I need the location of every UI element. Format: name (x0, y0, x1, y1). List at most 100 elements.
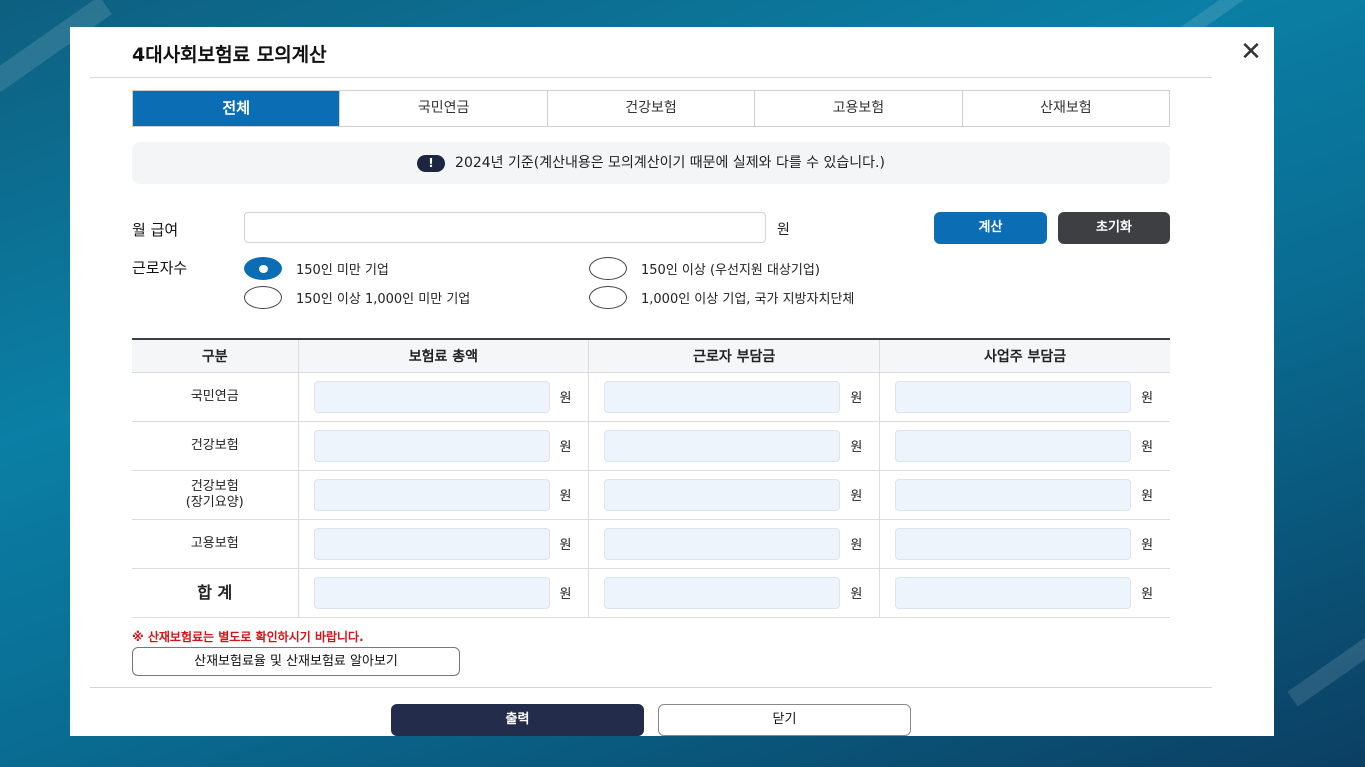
workers-label: 근로자수 (132, 259, 188, 277)
salary-label: 월 급여 (132, 221, 179, 239)
cell-wrap: 원 (299, 429, 589, 462)
total-input[interactable] (313, 576, 550, 609)
unit-label: 원 (850, 391, 863, 406)
cell-wrap: 원 (589, 527, 879, 560)
unit-label: 원 (559, 489, 572, 504)
modal-header: 4대사회보험료 모의계산 ✕ (90, 27, 1262, 78)
worker-option-under-150[interactable]: 150인 미만 기업 (244, 257, 389, 280)
insurance-tabs: 전체 국민연금 건강보험 고용보험 산재보험 (132, 90, 1170, 127)
unit-label: 원 (559, 587, 572, 602)
total-input[interactable] (313, 527, 550, 560)
salary-input[interactable] (244, 212, 766, 243)
employee-cell: 원 (588, 519, 880, 569)
employer-cell: 원 (879, 470, 1170, 520)
row-sublabel-text: (장기요양) (185, 494, 244, 510)
row-label: 건강보험 (장기요양) (132, 470, 298, 520)
cell-wrap: 원 (589, 380, 879, 413)
notice-banner: ! 2024년 기준(계산내용은 모의계산이기 때문에 실제와 다를 수 있습니다… (132, 142, 1170, 184)
row-label-text: 건강보험 (190, 437, 239, 453)
employee-input[interactable] (604, 576, 841, 609)
radio-label: 150인 이상 1,000인 미만 기업 (296, 292, 471, 307)
header-total: 보험료 총액 (297, 339, 589, 373)
unit-label: 원 (559, 440, 572, 455)
insurance-calculator-modal: 4대사회보험료 모의계산 ✕ 전체 국민연금 건강보험 고용보험 산재보험 ! 2… (70, 27, 1274, 736)
row-label: 합 계 (132, 568, 298, 618)
total-input[interactable] (313, 478, 550, 511)
unit-label: 원 (850, 538, 863, 553)
warning-text: ※ 산재보험료는 별도로 확인하시기 바랍니다. (132, 630, 364, 644)
unit-label: 원 (1141, 587, 1154, 602)
tab-industrial-accident[interactable]: 산재보험 (961, 91, 1169, 126)
reset-button[interactable]: 초기화 (1058, 212, 1170, 244)
cell-wrap: 원 (299, 478, 589, 511)
unit-label: 원 (850, 587, 863, 602)
radio-label: 1,000인 이상 기업, 국가 지방자치단체 (641, 292, 855, 307)
employer-cell: 원 (879, 568, 1170, 618)
total-input[interactable] (313, 429, 550, 462)
unit-label: 원 (1141, 489, 1154, 504)
unit-label: 원 (559, 391, 572, 406)
tab-all[interactable]: 전체 (133, 91, 340, 126)
row-label-text: 고용보험 (190, 535, 239, 551)
table-row: 건강보험 (장기요양) 원 원 원 (132, 470, 1170, 520)
salary-unit: 원 (777, 222, 790, 238)
employee-cell: 원 (588, 421, 880, 471)
total-cell: 원 (297, 470, 589, 520)
employer-cell: 원 (879, 421, 1170, 471)
employee-input[interactable] (604, 478, 841, 511)
radio-unchecked-icon[interactable] (244, 286, 282, 309)
cell-wrap: 원 (880, 576, 1170, 609)
radio-unchecked-icon[interactable] (589, 286, 627, 309)
employee-cell: 원 (588, 568, 880, 618)
radio-checked-icon[interactable] (244, 257, 282, 280)
tab-health-insurance[interactable]: 건강보험 (546, 91, 754, 126)
print-button[interactable]: 출력 (391, 704, 644, 736)
worker-option-priority-support[interactable]: 150인 이상 (우선지원 대상기업) (589, 257, 820, 280)
employee-input[interactable] (604, 527, 841, 560)
employer-cell: 원 (879, 519, 1170, 569)
worker-option-over-1000[interactable]: 1,000인 이상 기업, 국가 지방자치단체 (589, 286, 854, 309)
header-employee: 근로자 부담금 (588, 339, 880, 373)
employee-input[interactable] (604, 380, 841, 413)
employer-cell: 원 (879, 372, 1170, 422)
total-cell: 원 (297, 519, 589, 569)
unit-label: 원 (1141, 391, 1154, 406)
employer-input[interactable] (895, 576, 1132, 609)
close-icon[interactable]: ✕ (1238, 39, 1264, 65)
row-label: 건강보험 (132, 421, 298, 471)
calc-button[interactable]: 계산 (934, 212, 1047, 244)
footer-divider (90, 687, 1212, 688)
employee-input[interactable] (604, 429, 841, 462)
radio-label: 150인 미만 기업 (296, 263, 389, 278)
table-row: 건강보험 원 원 원 (132, 421, 1170, 471)
close-button[interactable]: 닫기 (658, 704, 911, 736)
row-label: 고용보험 (132, 519, 298, 569)
tab-national-pension[interactable]: 국민연금 (339, 91, 546, 126)
employer-input[interactable] (895, 380, 1132, 413)
worker-option-150-to-1000[interactable]: 150인 이상 1,000인 미만 기업 (244, 286, 470, 309)
radio-unchecked-icon[interactable] (589, 257, 627, 280)
exclamation-icon: ! (417, 154, 446, 172)
employer-input[interactable] (895, 527, 1132, 560)
total-cell: 원 (297, 372, 589, 422)
tab-employment-insurance[interactable]: 고용보험 (754, 91, 961, 126)
cell-wrap: 원 (880, 380, 1170, 413)
employer-input[interactable] (895, 478, 1132, 511)
total-input[interactable] (313, 380, 550, 413)
table-row-total: 합 계 원 원 원 (132, 568, 1170, 618)
header-category: 구분 (132, 339, 298, 373)
unit-label: 원 (850, 489, 863, 504)
row-label: 국민연금 (132, 372, 298, 422)
unit-label: 원 (559, 538, 572, 553)
cell-wrap: 원 (299, 527, 589, 560)
unit-label: 원 (1141, 440, 1154, 455)
industrial-accident-info-button[interactable]: 산재보험료율 및 산재보험료 알아보기 (132, 647, 460, 676)
total-cell: 원 (297, 568, 589, 618)
cell-wrap: 원 (299, 380, 589, 413)
cell-wrap: 원 (589, 429, 879, 462)
employer-input[interactable] (895, 429, 1132, 462)
cell-wrap: 원 (880, 478, 1170, 511)
row-label-text: 건강보험 (190, 478, 239, 494)
table-row: 국민연금 원 원 원 (132, 372, 1170, 422)
employee-cell: 원 (588, 372, 880, 422)
